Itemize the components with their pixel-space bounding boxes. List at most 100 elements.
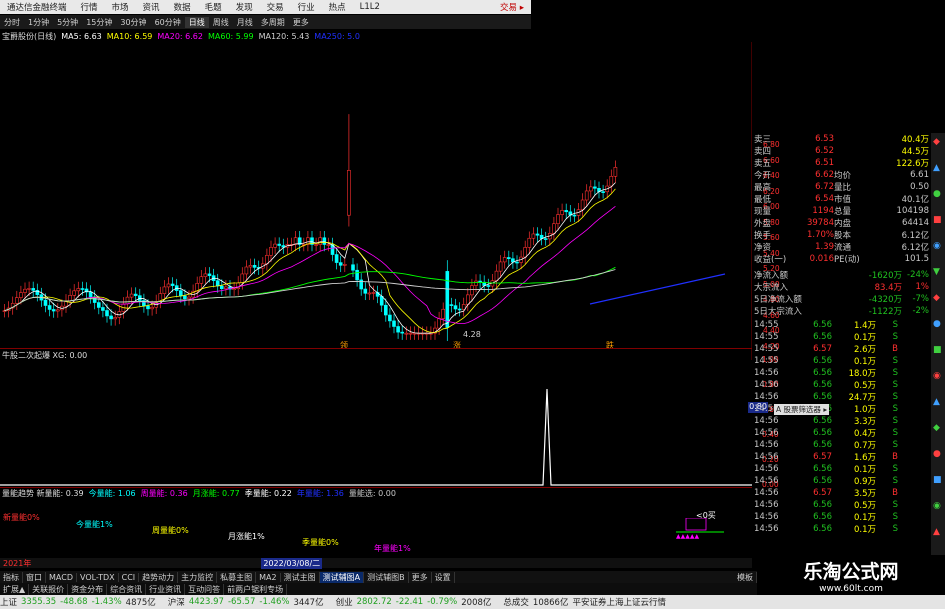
- tab[interactable]: VOL-TDX: [77, 572, 119, 582]
- tab[interactable]: 行业资讯: [146, 583, 186, 595]
- period-tab[interactable]: 1分钟: [24, 17, 53, 28]
- menu-item[interactable]: 市场: [105, 1, 136, 13]
- candle-body: [396, 326, 400, 333]
- tab[interactable]: 互动问答: [185, 583, 225, 595]
- tab[interactable]: 私募主图: [217, 571, 257, 583]
- period-tab-more[interactable]: 更多: [289, 17, 313, 28]
- tick-side: S: [892, 524, 898, 534]
- side-toolbar-icon[interactable]: ●: [933, 449, 941, 459]
- tab[interactable]: 设置: [432, 571, 455, 583]
- period-tab-daily[interactable]: 日线: [184, 16, 209, 28]
- quote-row: 净流入额 -1620万 -24%: [754, 269, 945, 281]
- period-tab[interactable]: 60分钟: [151, 17, 185, 28]
- candle-body: [232, 288, 236, 290]
- tick-price: 6.56: [813, 392, 832, 402]
- menu-item[interactable]: 资讯: [136, 1, 167, 13]
- status-item: 沪深: [167, 598, 185, 608]
- tab[interactable]: 指标: [0, 571, 23, 583]
- tab[interactable]: 前两户锯利专场: [224, 583, 288, 595]
- tab[interactable]: 资金分布: [68, 583, 108, 595]
- side-toolbar-icon[interactable]: ●: [933, 189, 941, 199]
- side-toolbar-icon[interactable]: ■: [933, 215, 942, 225]
- period-tab[interactable]: 多周期: [257, 17, 289, 28]
- period-tab[interactable]: 月线: [233, 17, 257, 28]
- menu-item[interactable]: 行情: [74, 1, 105, 13]
- candle-body: [552, 223, 556, 234]
- tab[interactable]: 更多: [409, 571, 432, 583]
- marker: 涨: [453, 341, 461, 350]
- side-toolbar-icon[interactable]: ■: [933, 345, 942, 355]
- period-tab[interactable]: 15分钟: [82, 17, 116, 28]
- candle-body: [80, 288, 85, 290]
- tab[interactable]: 扩展▲: [0, 583, 30, 595]
- candle-body: [150, 306, 154, 310]
- tab[interactable]: 测试辅图A: [319, 571, 365, 583]
- period-tab[interactable]: 周线: [209, 17, 233, 28]
- candle-body: [318, 237, 323, 245]
- tab[interactable]: 测试辅图B: [364, 571, 409, 583]
- side-toolbar-icon[interactable]: ◉: [933, 501, 941, 511]
- tick-time: 14:56: [754, 488, 779, 498]
- stat-label: 市值: [834, 195, 852, 205]
- indicator2-label: 今量能1%: [76, 520, 113, 529]
- side-toolbar-icon[interactable]: ▲: [933, 163, 940, 173]
- side-toolbar-icon[interactable]: ◆: [933, 293, 940, 303]
- menu-item[interactable]: L1L2: [353, 2, 387, 12]
- candle-body: [351, 264, 355, 271]
- stat-label: 最高: [754, 183, 772, 193]
- candle-body: [474, 280, 478, 286]
- menu-item[interactable]: 发现: [229, 1, 260, 13]
- candle-body: [523, 247, 528, 258]
- side-toolbar-icon[interactable]: ■: [933, 475, 942, 485]
- period-tab[interactable]: 分时: [0, 17, 24, 28]
- side-toolbar-icon[interactable]: ●: [933, 319, 941, 329]
- menu-item[interactable]: 数据: [167, 1, 198, 13]
- side-toolbar-icon[interactable]: ▼: [933, 267, 940, 277]
- tick-volume: 0.9万: [853, 477, 876, 487]
- stat-label: 今开: [754, 171, 772, 181]
- menu-item[interactable]: 行业: [291, 1, 322, 13]
- tick-time: 14:56: [754, 452, 779, 462]
- candle-body: [88, 291, 93, 298]
- candlestick-chart[interactable]: [0, 42, 752, 360]
- watermark-title: 乐淘公式网: [803, 561, 899, 583]
- candle-body: [355, 269, 359, 281]
- stat-value: 1194: [812, 206, 834, 216]
- tab[interactable]: 主力监控: [178, 571, 218, 583]
- candle-body: [371, 292, 376, 294]
- stock-filter-tooltip[interactable]: A 股票筛选器 ▸: [774, 404, 830, 415]
- side-toolbar-icon[interactable]: ◉: [933, 241, 941, 251]
- tab[interactable]: CCI: [119, 572, 140, 582]
- trade-button[interactable]: 交易 ▸: [493, 1, 531, 13]
- side-toolbar-icon[interactable]: ◆: [933, 423, 940, 433]
- period-tab[interactable]: 5分钟: [53, 17, 82, 28]
- flow-value: -1620万: [868, 271, 902, 281]
- menu-item[interactable]: 热点: [322, 1, 353, 13]
- stat-value: 1.39: [815, 242, 834, 252]
- tab[interactable]: 测试主图: [281, 571, 320, 583]
- tick-side: S: [892, 380, 898, 390]
- tick-side: S: [892, 332, 898, 342]
- side-toolbar-icon[interactable]: ▲: [933, 397, 940, 407]
- side-toolbar[interactable]: ◆ ▲ ● ■ ◉ ▼ ◆ ● ■ ◉ ▲ ◆ ● ■ ◉ ▲: [931, 133, 945, 563]
- tab[interactable]: MA2: [256, 572, 281, 582]
- tick-side: S: [892, 440, 898, 450]
- tab[interactable]: 趋势动力: [139, 571, 179, 583]
- period-tab[interactable]: 30分钟: [116, 17, 150, 28]
- tab[interactable]: 关联报价: [29, 583, 69, 595]
- candle-body: [183, 295, 187, 300]
- tab[interactable]: 窗口: [23, 571, 46, 583]
- menu-item[interactable]: 交易: [260, 1, 291, 13]
- side-toolbar-icon[interactable]: ▲: [933, 527, 940, 537]
- tick-volume: 2.6万: [853, 345, 876, 355]
- side-toolbar-icon[interactable]: ◆: [933, 137, 940, 147]
- status-item: -48.68: [60, 597, 88, 607]
- quote-row: 净资 1.39 流通 6.12亿: [754, 241, 945, 253]
- stat-value: 40.1亿: [901, 195, 929, 205]
- menu-item[interactable]: 毛题: [198, 1, 229, 13]
- status-item: 2008亿: [461, 598, 492, 608]
- tab[interactable]: MACD: [46, 572, 77, 582]
- side-toolbar-icon[interactable]: ◉: [933, 371, 941, 381]
- tab[interactable]: 综合资讯: [107, 583, 147, 595]
- candle-body: [408, 332, 413, 335]
